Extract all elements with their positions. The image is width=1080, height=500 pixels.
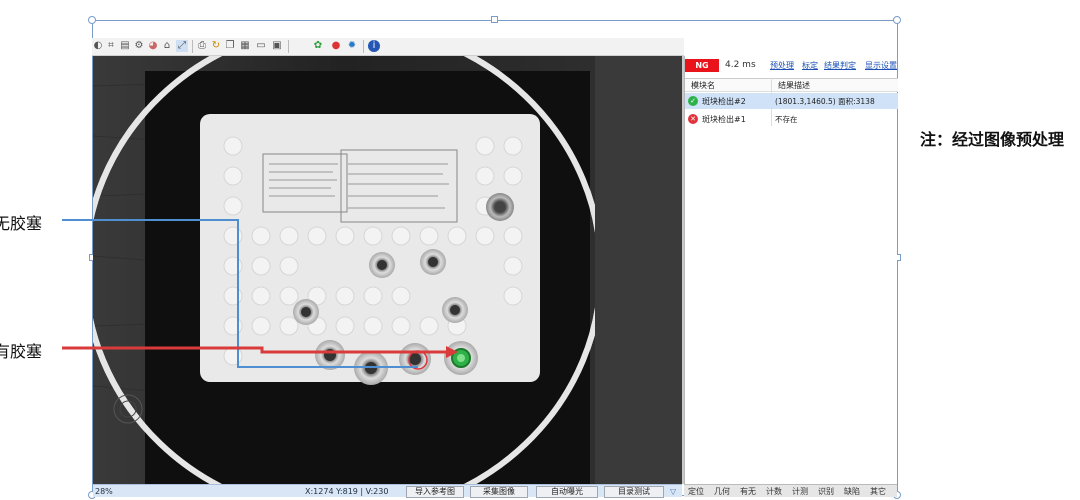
no-stopper-label: 无胶塞 bbox=[0, 214, 43, 233]
ng-status-badge: NG bbox=[685, 59, 719, 72]
link-result-judge[interactable]: 结果判定 bbox=[824, 59, 856, 72]
tab-defect[interactable]: 缺陷 bbox=[844, 486, 860, 497]
result-panel: NG 4.2 ms 预处理 标定 结果判定 显示设置 模块名 结果描述 ✓ 斑块… bbox=[684, 56, 898, 484]
aperture-icon[interactable]: ✿ bbox=[312, 40, 324, 52]
directory-test-button[interactable]: 目录测试 bbox=[604, 486, 664, 498]
column-divider bbox=[771, 78, 772, 126]
resize-handle-top[interactable] bbox=[491, 16, 498, 23]
doc-icon[interactable]: ▤ bbox=[119, 40, 131, 52]
table-icon[interactable]: ▦ bbox=[239, 40, 251, 52]
import-reference-button[interactable]: 导入参考图 bbox=[406, 486, 464, 498]
gear-icon[interactable]: ⚙ bbox=[133, 40, 145, 52]
export-icon[interactable]: ▣ bbox=[271, 40, 283, 52]
fail-icon: ✕ bbox=[688, 114, 698, 124]
cursor-coords: X:1274 Y:819 | V:230 bbox=[305, 487, 389, 496]
chart-icon[interactable]: ◕ bbox=[147, 40, 159, 52]
tab-other[interactable]: 其它 bbox=[870, 486, 886, 497]
tab-locate[interactable]: 定位 bbox=[688, 486, 704, 497]
preprocess-note: 注：经过图像预处理 bbox=[920, 130, 1065, 149]
auto-exposure-button[interactable]: 自动曝光 bbox=[536, 486, 598, 498]
settings-icon[interactable]: ✹ bbox=[346, 40, 358, 52]
result-desc: 不存在 bbox=[775, 115, 798, 124]
mouse-icon[interactable]: ⌂ bbox=[161, 40, 173, 52]
tab-measure[interactable]: 计测 bbox=[792, 486, 808, 497]
link-preprocess[interactable]: 预处理 bbox=[770, 59, 794, 72]
toolbar-divider bbox=[363, 40, 364, 53]
link-calibrate[interactable]: 标定 bbox=[802, 59, 818, 72]
link-display-settings[interactable]: 显示设置 bbox=[865, 59, 897, 72]
copy-icon[interactable]: ❐ bbox=[224, 40, 236, 52]
module-name: 斑块检出#1 bbox=[702, 115, 746, 124]
resize-handle-tr[interactable] bbox=[893, 16, 901, 24]
result-row[interactable]: ✓ 斑块检出#2 (1801.3,1460.5) 面积:3138 bbox=[685, 93, 898, 109]
module-name: 斑块检出#2 bbox=[702, 97, 746, 106]
result-table-header: 模块名 结果描述 bbox=[685, 78, 898, 92]
process-time: 4.2 ms bbox=[725, 60, 756, 70]
refresh-icon[interactable]: ↻ bbox=[210, 40, 222, 52]
fit-icon[interactable]: ⤢ bbox=[176, 40, 188, 52]
tab-count[interactable]: 计数 bbox=[766, 486, 782, 497]
zoom-level: 28% bbox=[95, 487, 113, 496]
pass-icon: ✓ bbox=[688, 96, 698, 106]
print-icon[interactable]: ⎙ bbox=[196, 40, 208, 52]
status-bar: 28% X:1274 Y:819 | V:230 导入参考图 采集图像 自动曝光… bbox=[93, 484, 682, 498]
has-stopper-label: 有胶塞 bbox=[0, 342, 43, 361]
result-desc: (1801.3,1460.5) 面积:3138 bbox=[775, 97, 875, 106]
location-icon[interactable]: ● bbox=[330, 40, 342, 52]
image-toolbar: ◐ ⌗ ▤ ⚙ ◕ ⌂ ⤢ ⎙ ↻ ❐ ▦ ▭ ▣ ✿ ● ✹ i bbox=[92, 38, 684, 56]
toolbar-divider bbox=[288, 40, 289, 53]
folder-icon[interactable]: ▭ bbox=[255, 40, 267, 52]
tab-presence[interactable]: 有无 bbox=[740, 486, 756, 497]
image-margin bbox=[595, 56, 682, 484]
capture-image-button[interactable]: 采集图像 bbox=[470, 486, 528, 498]
toolbar-divider bbox=[192, 40, 193, 53]
tab-recognize[interactable]: 识别 bbox=[818, 486, 834, 497]
tool-tab-bar: 定位 几何 有无 计数 计测 识别 缺陷 其它 bbox=[684, 484, 897, 497]
result-row[interactable]: ✕ 斑块检出#1 不存在 bbox=[685, 111, 898, 127]
col-module-name: 模块名 bbox=[691, 81, 715, 90]
crop-icon[interactable]: ⌗ bbox=[105, 40, 117, 52]
info-icon[interactable]: i bbox=[368, 40, 380, 52]
camera-image bbox=[93, 56, 595, 484]
select-icon[interactable]: ◐ bbox=[92, 40, 104, 52]
dropdown-icon[interactable]: ▽ bbox=[670, 486, 676, 497]
col-result-desc: 结果描述 bbox=[778, 81, 810, 90]
resize-handle-tl[interactable] bbox=[88, 16, 96, 24]
tab-geometry[interactable]: 几何 bbox=[714, 486, 730, 497]
camera-view[interactable] bbox=[93, 56, 595, 484]
